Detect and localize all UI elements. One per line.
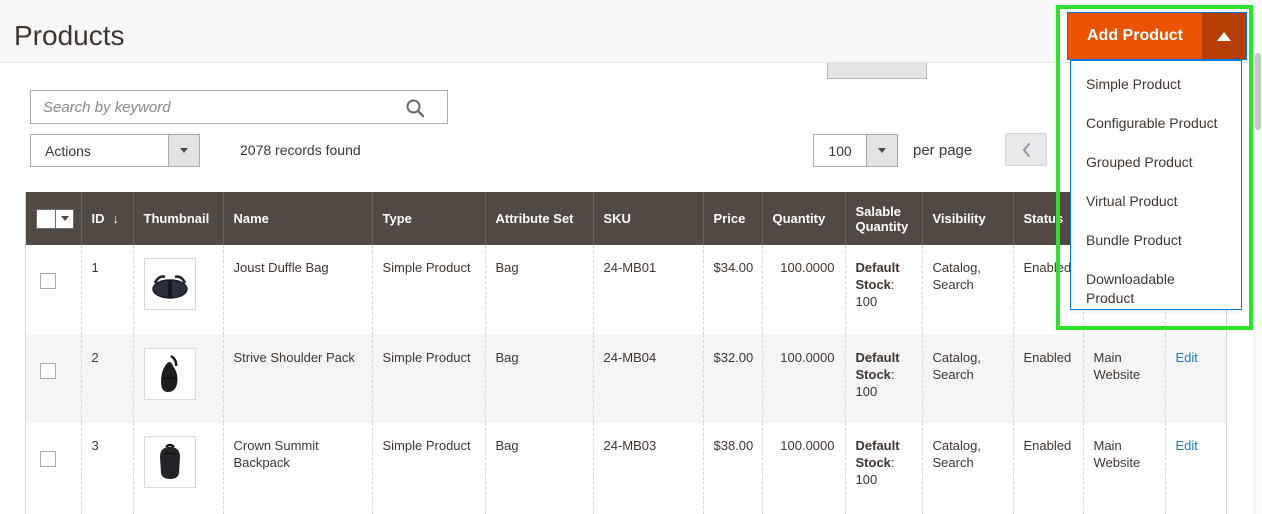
edit-link[interactable]: Edit	[1176, 350, 1198, 365]
cell-thumbnail	[133, 335, 223, 423]
per-page-label: per page	[913, 142, 972, 159]
cell-salable-quantity: Default Stock: 100	[845, 423, 922, 514]
column-header-visibility[interactable]: Visibility	[922, 192, 1013, 245]
cell-quantity: 100.0000	[762, 335, 845, 423]
cell-name: Crown Summit Backpack	[223, 423, 372, 514]
select-all-arrow[interactable]	[56, 210, 73, 228]
cell-websites: Main Website	[1083, 335, 1165, 423]
cell-name: Strive Shoulder Pack	[223, 335, 372, 423]
product-thumbnail	[144, 348, 196, 400]
backpack-image	[154, 443, 186, 481]
cell-salable-quantity: Default Stock: 100	[845, 335, 922, 423]
product-thumbnail	[144, 258, 196, 310]
column-header-sku[interactable]: SKU	[593, 192, 703, 245]
select-all-checkbox[interactable]	[37, 210, 56, 228]
table-row: 1 Joust Duffle Bag Simple Product	[26, 245, 1226, 335]
column-header-quantity[interactable]: Quantity	[762, 192, 845, 245]
menu-item-configurable-product[interactable]: Configurable Product	[1071, 104, 1241, 143]
cell-price: $38.00	[703, 423, 762, 514]
cell-price: $32.00	[703, 335, 762, 423]
chevron-up-icon	[1217, 32, 1231, 41]
chevron-down-icon	[180, 148, 188, 153]
add-product-split-button: Add Product	[1067, 12, 1247, 60]
add-product-menu: Simple Product Configurable Product Grou…	[1070, 60, 1242, 310]
cell-attribute-set: Bag	[485, 245, 593, 335]
cell-salable-quantity: Default Stock: 100	[845, 245, 922, 335]
cell-type: Simple Product	[372, 335, 485, 423]
add-product-button[interactable]: Add Product	[1068, 13, 1202, 59]
sort-descending-icon: ↓	[113, 211, 120, 226]
column-header-salable-quantity[interactable]: Salable Quantity	[845, 192, 922, 245]
menu-item-virtual-product[interactable]: Virtual Product	[1071, 182, 1241, 221]
cell-id: 3	[81, 423, 133, 514]
chevron-left-icon	[1021, 142, 1032, 158]
partial-view-control[interactable]	[827, 63, 927, 79]
cell-type: Simple Product	[372, 245, 485, 335]
chevron-down-icon	[878, 148, 886, 153]
cell-sku: 24-MB01	[593, 245, 703, 335]
cell-attribute-set: Bag	[485, 335, 593, 423]
table-row: 3 Crown Summit Backpack Simple Product B…	[26, 423, 1226, 514]
menu-item-simple-product[interactable]: Simple Product	[1071, 65, 1241, 104]
cell-sku: 24-MB03	[593, 423, 703, 514]
search-icon[interactable]	[405, 98, 425, 118]
row-checkbox[interactable]	[40, 451, 56, 467]
cell-quantity: 100.0000	[762, 423, 845, 514]
column-header-price[interactable]: Price	[703, 192, 762, 245]
menu-item-downloadable-product[interactable]: Downloadable Product	[1071, 260, 1241, 318]
search-input[interactable]	[31, 91, 447, 123]
product-thumbnail	[144, 436, 196, 488]
cell-sku: 24-MB04	[593, 335, 703, 423]
shoulder-pack-image	[157, 354, 183, 394]
products-grid: ID↓ Thumbnail Name Type Attribute Set SK…	[25, 192, 1227, 514]
cell-id: 2	[81, 335, 133, 423]
duffle-bag-image	[149, 269, 191, 299]
row-checkbox[interactable]	[40, 273, 56, 289]
cell-status: Enabled	[1013, 423, 1083, 514]
cell-visibility: Catalog, Search	[922, 423, 1013, 514]
select-all-control[interactable]	[36, 209, 74, 229]
page-size-arrow[interactable]	[866, 135, 897, 166]
actions-dropdown[interactable]: Actions	[30, 134, 200, 167]
page-size-dropdown[interactable]: 100	[813, 134, 898, 167]
column-header-type[interactable]: Type	[372, 192, 485, 245]
cell-thumbnail	[133, 423, 223, 514]
menu-item-bundle-product[interactable]: Bundle Product	[1071, 221, 1241, 260]
page-title: Products	[14, 20, 125, 52]
cell-status: Enabled	[1013, 335, 1083, 423]
previous-page-button[interactable]	[1005, 133, 1047, 166]
select-all-header	[26, 192, 81, 245]
column-header-id[interactable]: ID↓	[81, 192, 133, 245]
cell-websites: Main Website	[1083, 423, 1165, 514]
column-header-thumbnail[interactable]: Thumbnail	[133, 192, 223, 245]
chevron-down-icon	[61, 216, 69, 221]
records-count: 2078 records found	[240, 142, 361, 158]
page-size-value: 100	[814, 135, 866, 166]
cell-name: Joust Duffle Bag	[223, 245, 372, 335]
cell-price: $34.00	[703, 245, 762, 335]
scrollbar-thumb[interactable]	[1255, 53, 1261, 130]
grid-header-row: ID↓ Thumbnail Name Type Attribute Set SK…	[26, 192, 1226, 245]
cell-visibility: Catalog, Search	[922, 335, 1013, 423]
edit-link[interactable]: Edit	[1176, 438, 1198, 453]
cell-type: Simple Product	[372, 423, 485, 514]
cell-attribute-set: Bag	[485, 423, 593, 514]
cell-id: 1	[81, 245, 133, 335]
add-product-toggle[interactable]	[1202, 13, 1246, 59]
row-checkbox[interactable]	[40, 363, 56, 379]
products-admin-page: Products Actions 2078 records found 100 …	[0, 0, 1262, 514]
keyword-search	[30, 90, 448, 124]
cell-thumbnail	[133, 245, 223, 335]
column-header-attribute-set[interactable]: Attribute Set	[485, 192, 593, 245]
menu-item-grouped-product[interactable]: Grouped Product	[1071, 143, 1241, 182]
table-row: 2 Strive Shoulder Pack Simple Product Ba…	[26, 335, 1226, 423]
actions-dropdown-label: Actions	[31, 135, 168, 166]
cell-visibility: Catalog, Search	[922, 245, 1013, 335]
actions-dropdown-arrow[interactable]	[168, 135, 199, 166]
cell-quantity: 100.0000	[762, 245, 845, 335]
column-header-name[interactable]: Name	[223, 192, 372, 245]
vertical-scrollbar[interactable]	[1254, 0, 1262, 514]
